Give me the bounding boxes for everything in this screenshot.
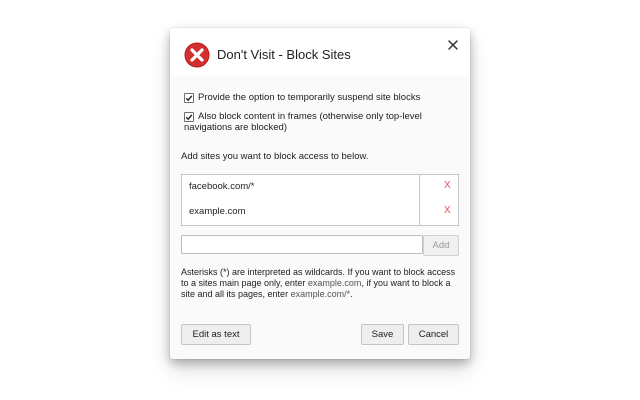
help-example: example.com bbox=[307, 278, 362, 288]
blocked-x-icon bbox=[184, 42, 210, 68]
suspend-blocks-label: Provide the option to temporarily suspen… bbox=[198, 92, 421, 103]
wildcard-help-text: Asterisks (*) are interpreted as wildcar… bbox=[181, 267, 461, 300]
list-item: example.com X bbox=[182, 200, 458, 225]
help-text-part: . bbox=[350, 289, 353, 299]
sites-section-label: Add sites you want to block access to be… bbox=[181, 151, 369, 162]
blocked-sites-list: facebook.com/* X example.com X bbox=[181, 174, 459, 226]
edit-as-text-button[interactable]: Edit as text bbox=[181, 324, 251, 345]
dialog-body: Provide the option to temporarily suspen… bbox=[170, 76, 470, 359]
add-site-input[interactable] bbox=[181, 235, 423, 254]
remove-site-button[interactable]: X bbox=[444, 205, 451, 216]
add-button[interactable]: Add bbox=[423, 235, 459, 256]
site-url[interactable]: facebook.com/* bbox=[189, 181, 254, 192]
dialog-title: Don't Visit - Block Sites bbox=[217, 47, 351, 62]
block-frames-label: Also block content in frames (otherwise … bbox=[184, 111, 422, 133]
cancel-button[interactable]: Cancel bbox=[408, 324, 459, 345]
help-example: example.com/* bbox=[290, 289, 351, 299]
suspend-blocks-checkbox[interactable] bbox=[184, 93, 194, 103]
dialog-header: Don't Visit - Block Sites bbox=[170, 28, 470, 76]
close-icon[interactable] bbox=[445, 37, 461, 53]
list-item: facebook.com/* X bbox=[182, 175, 458, 200]
save-button[interactable]: Save bbox=[361, 324, 404, 345]
block-sites-dialog: Don't Visit - Block Sites Provide the op… bbox=[170, 28, 470, 359]
site-url[interactable]: example.com bbox=[189, 206, 246, 217]
remove-site-button[interactable]: X bbox=[444, 180, 451, 191]
